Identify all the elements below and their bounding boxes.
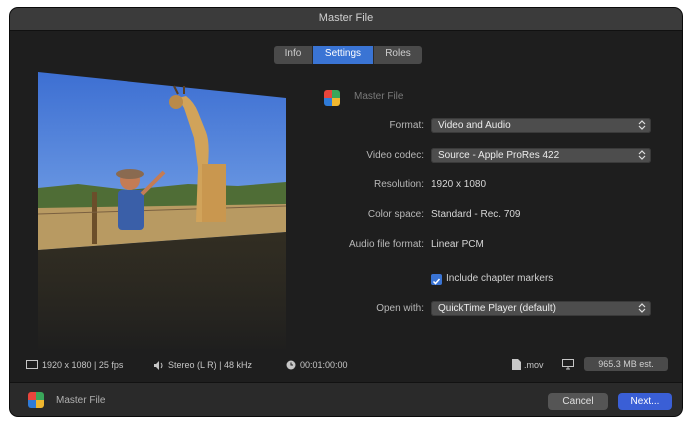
- audio-info: Stereo (L R) | 48 kHz: [168, 360, 253, 370]
- stepper-arrows-icon: [638, 150, 646, 160]
- video-screen-icon: [26, 360, 38, 369]
- chapter-markers-label[interactable]: Include chapter markers: [446, 273, 553, 284]
- audio-format-label: Audio file format:: [348, 239, 424, 250]
- estimated-size: 965.3 MB est.: [584, 357, 668, 371]
- title-bar: Master File: [10, 8, 682, 31]
- file-extension: .mov: [524, 360, 544, 370]
- stepper-arrows-icon: [638, 303, 646, 313]
- chapter-markers-checkbox[interactable]: [431, 274, 442, 285]
- open-with-label: Open with:: [376, 303, 424, 314]
- preset-name: Master File: [354, 91, 404, 102]
- tab-bar: Info Settings Roles: [274, 46, 422, 64]
- cancel-button[interactable]: Cancel: [548, 393, 608, 410]
- open-with-value: QuickTime Player (default): [438, 303, 556, 314]
- format-label: Format:: [389, 120, 424, 131]
- clock-icon: [286, 360, 296, 370]
- audio-format-value: Linear PCM: [431, 239, 484, 250]
- share-dialog: Master File Info Settings Roles Master F…: [10, 8, 682, 416]
- open-with-select[interactable]: QuickTime Player (default): [431, 301, 651, 316]
- format-select[interactable]: Video and Audio: [431, 118, 651, 133]
- resolution-label: Resolution:: [373, 179, 424, 190]
- resolution-value: 1920 x 1080: [431, 179, 487, 190]
- footer-preset-name: Master File: [56, 395, 106, 406]
- tab-roles[interactable]: Roles: [374, 46, 422, 64]
- display-icon: [562, 359, 574, 370]
- final-cut-pro-icon: [28, 392, 44, 408]
- video-codec-label: Video codec:: [366, 150, 424, 161]
- format-value: Video and Audio: [438, 120, 511, 131]
- checkmark-icon: [432, 278, 441, 285]
- video-info: 1920 x 1080 | 25 fps: [42, 360, 124, 370]
- tab-settings[interactable]: Settings: [313, 46, 374, 64]
- color-space-label: Color space:: [367, 209, 424, 220]
- next-button[interactable]: Next...: [618, 393, 672, 410]
- file-icon: [512, 359, 521, 370]
- color-space-value: Standard - Rec. 709: [431, 209, 521, 220]
- video-codec-select[interactable]: Source - Apple ProRes 422: [431, 148, 651, 163]
- video-codec-value: Source - Apple ProRes 422: [438, 150, 560, 161]
- window-title: Master File: [318, 12, 374, 24]
- duration: 00:01:00:00: [300, 360, 348, 370]
- speaker-icon: [154, 361, 163, 370]
- tab-info[interactable]: Info: [274, 46, 313, 64]
- stepper-arrows-icon: [638, 120, 646, 130]
- final-cut-pro-icon: [324, 90, 340, 106]
- preview-thumbnail: [38, 72, 288, 352]
